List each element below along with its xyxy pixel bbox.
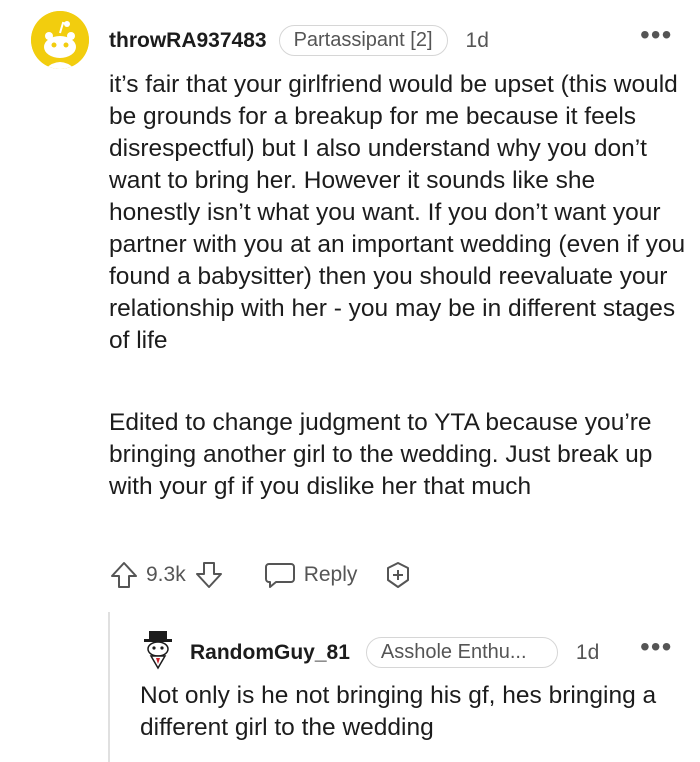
comment-more-options-button[interactable]: ••• [640, 21, 672, 49]
reply-more-options-button[interactable]: ••• [640, 633, 672, 661]
reply-avatar[interactable] [140, 630, 176, 670]
downvote-arrow-icon [195, 562, 222, 588]
reply-user-flair: Asshole Enthu... [365, 637, 558, 668]
snoo-avatar-icon [31, 11, 89, 69]
reply-text: Not only is he not bringing his gf, hes … [140, 682, 657, 741]
upvote-button[interactable] [109, 560, 139, 590]
comment-action-bar: 9.3k Reply [109, 560, 413, 590]
vote-count: 9.3k [146, 563, 186, 586]
comment-user-flair: Partassipant [2] [278, 25, 448, 56]
downvote-button[interactable] [194, 560, 224, 590]
reply-header: RandomGuy_81 Asshole Enthu... 1d [190, 637, 599, 668]
chat-bubble-icon [264, 563, 295, 588]
award-button[interactable] [383, 560, 413, 590]
award-plus-icon [387, 562, 410, 588]
reply-timestamp: 1d [575, 640, 600, 664]
comment-timestamp: 1d [465, 28, 489, 52]
reply-username[interactable]: RandomGuy_81 [190, 641, 350, 665]
comment-paragraph-1: it’s fair that your girlfriend would be … [109, 71, 686, 354]
reply-button[interactable]: Reply [264, 560, 358, 590]
user-avatar[interactable] [31, 11, 89, 69]
upvote-arrow-icon [111, 562, 137, 588]
reply-label: Reply [303, 563, 358, 586]
comment-paragraph-2: Edited to change judgment to YTA because… [109, 409, 653, 500]
comment-header: throwRA937483 Partassipant [2] 1d [109, 25, 489, 56]
thread-line[interactable] [108, 612, 110, 762]
snoo-with-hat-icon [144, 631, 172, 670]
comment-username[interactable]: throwRA937483 [109, 29, 267, 53]
